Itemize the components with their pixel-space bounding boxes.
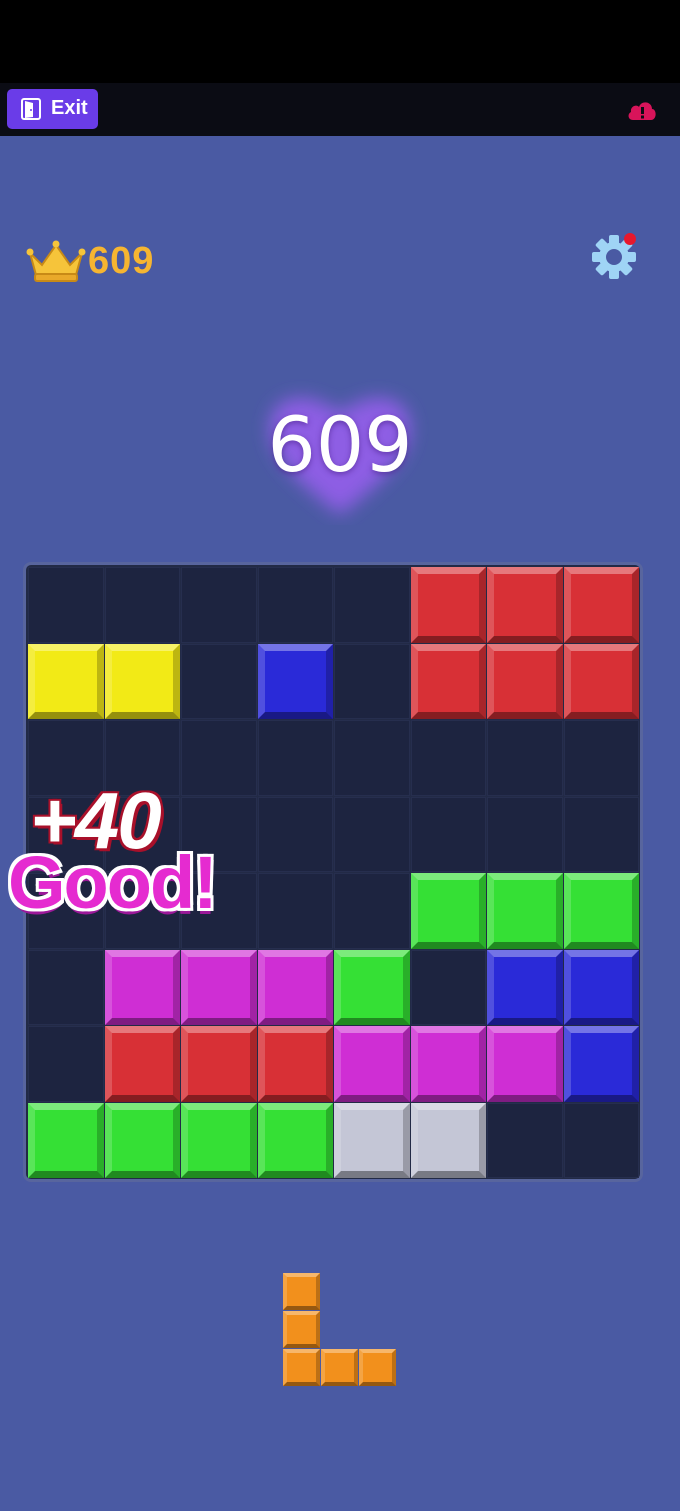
board-cell-empty[interactable] [563,796,639,872]
board-cell-block[interactable] [563,1026,639,1102]
board-cell-block[interactable] [181,1102,257,1178]
board-cell-block[interactable] [257,1026,333,1102]
board-cell-block[interactable] [563,949,639,1025]
board-cell-block[interactable] [257,643,333,719]
board-cell-empty[interactable] [181,643,257,719]
piece-block [283,1311,320,1348]
board-cell-block[interactable] [28,643,104,719]
top-bar: Exit [0,83,680,136]
piece-block [283,1273,320,1310]
board-cell-block[interactable] [487,643,563,719]
current-score: 609 [267,400,413,489]
board-cell-block[interactable] [181,949,257,1025]
board-cell-block[interactable] [487,1026,563,1102]
board-cell-empty[interactable] [334,796,410,872]
status-bar [0,0,680,83]
notification-dot [624,233,636,245]
board-cell-empty[interactable] [257,873,333,949]
praise-text: Good! [8,841,218,924]
exit-door-icon [21,98,41,120]
board-cell-empty[interactable] [563,1102,639,1178]
best-score: 609 [88,240,155,282]
board-cell-block[interactable] [334,1102,410,1178]
board-cell-empty[interactable] [410,720,486,796]
board-cell-block[interactable] [104,949,180,1025]
board-cell-block[interactable] [181,1026,257,1102]
board-cell-block[interactable] [410,1102,486,1178]
board-cell-block[interactable] [104,1102,180,1178]
board-cell-empty[interactable] [181,567,257,643]
board-cell-block[interactable] [104,643,180,719]
exit-label: Exit [51,97,88,119]
board-cell-empty[interactable] [257,720,333,796]
board-cell-block[interactable] [487,873,563,949]
board-cell-block[interactable] [257,949,333,1025]
board-cell-empty[interactable] [181,720,257,796]
board-cell-block[interactable] [410,873,486,949]
piece-block [283,1349,320,1386]
board-cell-block[interactable] [257,1102,333,1178]
board-cell-empty[interactable] [487,1102,563,1178]
board-cell-block[interactable] [410,643,486,719]
board-cell-empty[interactable] [28,949,104,1025]
board-cell-block[interactable] [487,949,563,1025]
piece-block [321,1349,358,1386]
board-cell-block[interactable] [28,1102,104,1178]
exit-button[interactable]: Exit [7,89,98,129]
board-cell-empty[interactable] [334,720,410,796]
board-cell-block[interactable] [104,1026,180,1102]
board-cell-empty[interactable] [334,873,410,949]
board-cell-empty[interactable] [334,567,410,643]
board-cell-block[interactable] [334,1026,410,1102]
board-cell-empty[interactable] [410,949,486,1025]
board-cell-empty[interactable] [487,720,563,796]
board-cell-block[interactable] [487,567,563,643]
board-cell-empty[interactable] [28,567,104,643]
board-cell-block[interactable] [563,567,639,643]
board-cell-empty[interactable] [487,796,563,872]
cloud-alert-icon[interactable] [626,97,658,123]
board-cell-empty[interactable] [257,796,333,872]
board-cell-empty[interactable] [257,567,333,643]
board-cell-block[interactable] [410,567,486,643]
board-cell-block[interactable] [334,949,410,1025]
board-cell-block[interactable] [563,643,639,719]
board-cell-block[interactable] [563,873,639,949]
board-cell-empty[interactable] [410,796,486,872]
gear-icon[interactable] [586,228,642,284]
crown-icon [26,240,86,282]
board-cell-empty[interactable] [563,720,639,796]
board-cell-block[interactable] [410,1026,486,1102]
piece-block [359,1349,396,1386]
board-cell-empty[interactable] [28,1026,104,1102]
board-cell-empty[interactable] [104,567,180,643]
board-cell-empty[interactable] [334,643,410,719]
